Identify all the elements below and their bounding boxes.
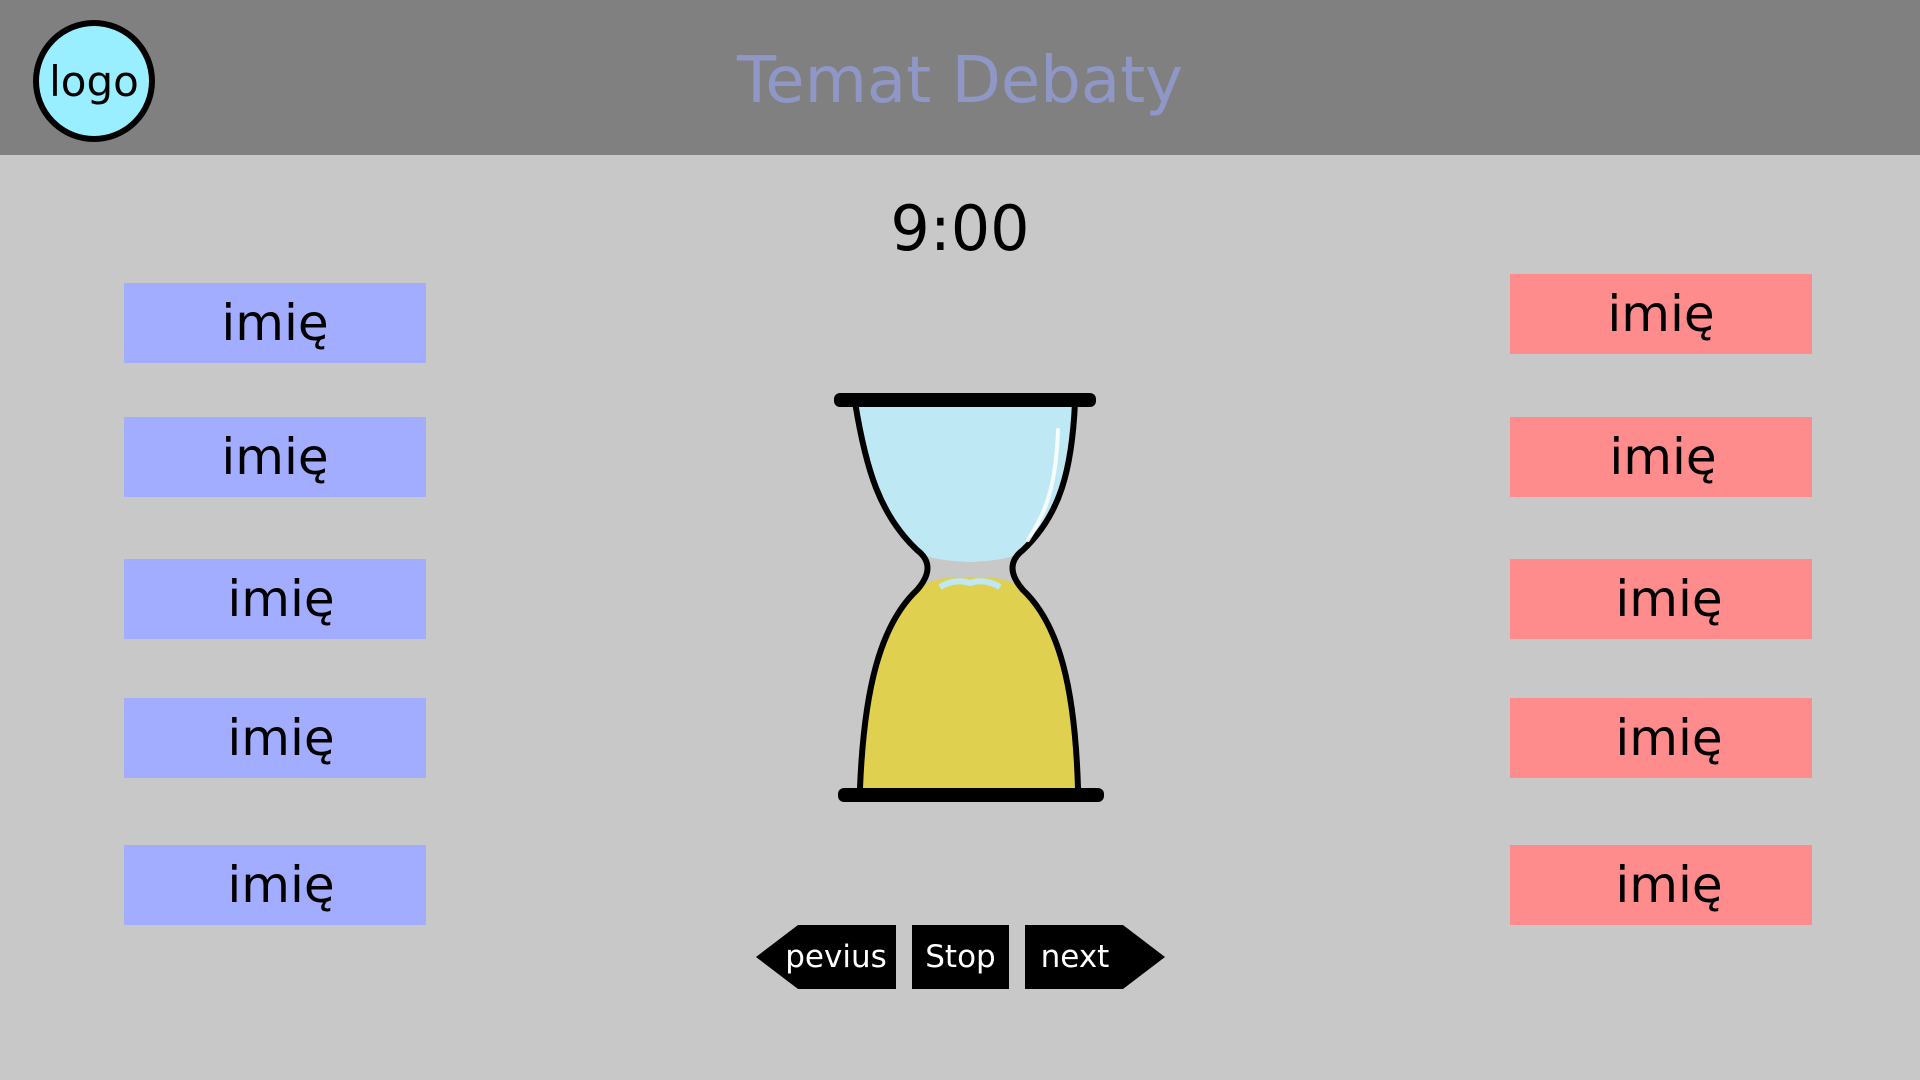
hourglass-icon (820, 380, 1120, 810)
timer-controls: pevius Stop next (0, 925, 1920, 991)
team-a-participant-2[interactable]: imię (124, 417, 426, 497)
team-a-participant-1[interactable]: imię (124, 283, 426, 363)
team-b-participant-4[interactable]: imię (1510, 698, 1812, 778)
timer-display: 9:00 (890, 192, 1030, 265)
team-b-participant-2[interactable]: imię (1510, 417, 1812, 497)
team-b-participant-3[interactable]: imię (1510, 559, 1812, 639)
team-b-participant-5[interactable]: imię (1510, 845, 1812, 925)
team-b-participant-1[interactable]: imię (1510, 274, 1812, 354)
team-a-participant-3[interactable]: imię (124, 559, 426, 639)
team-a-participant-5[interactable]: imię (124, 845, 426, 925)
team-a-participant-4[interactable]: imię (124, 698, 426, 778)
page-title: Temat Debaty (736, 44, 1184, 118)
previous-button[interactable]: pevius (756, 925, 896, 989)
header-bar: logo Temat Debaty (0, 0, 1920, 155)
stop-button[interactable]: Stop (912, 925, 1009, 989)
next-button[interactable]: next (1025, 925, 1165, 989)
